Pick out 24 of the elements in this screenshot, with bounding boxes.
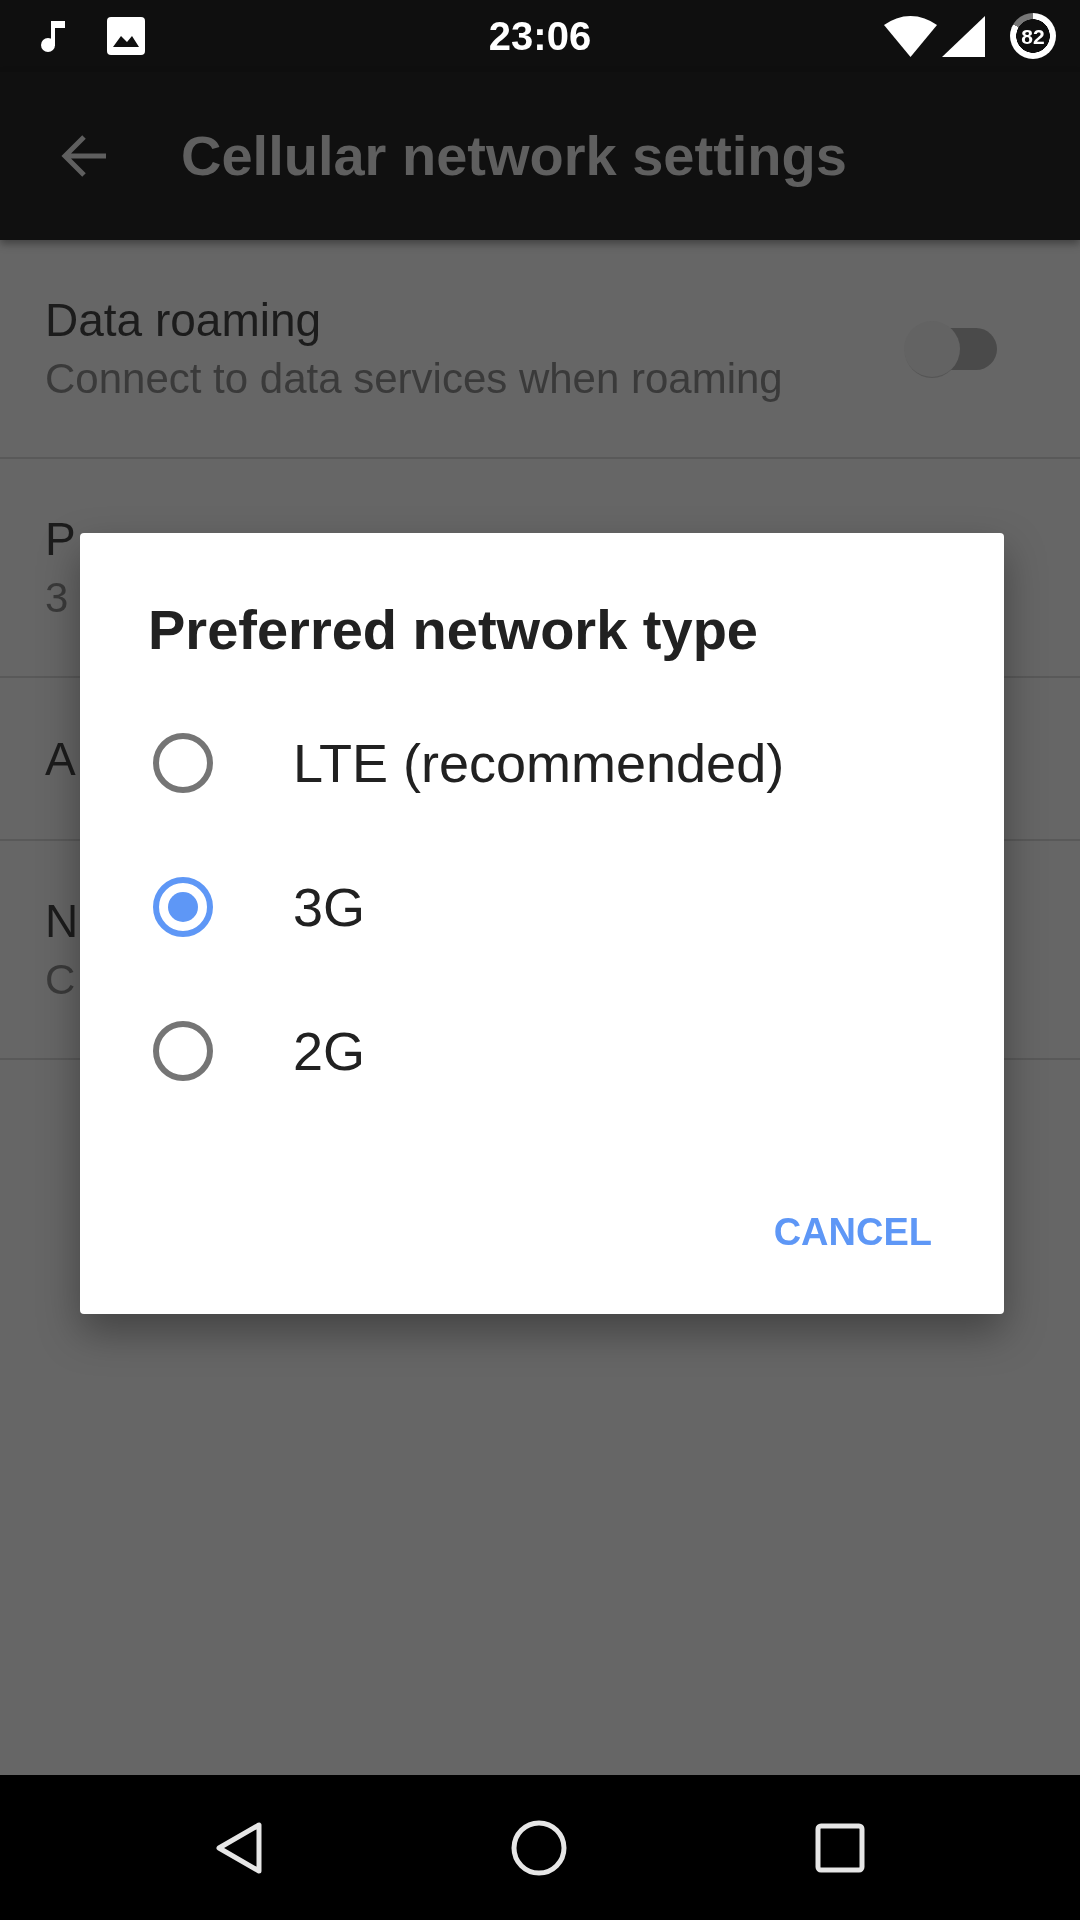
screen-title: Cellular network settings <box>181 123 847 189</box>
radio-button[interactable] <box>153 733 213 793</box>
clock-time: 23:06 <box>488 13 592 60</box>
home-icon <box>511 1819 567 1876</box>
image-icon <box>107 17 145 55</box>
setting-title: A <box>45 731 76 787</box>
battery-indicator: 82 <box>1010 13 1056 59</box>
radio-button[interactable] <box>153 877 213 937</box>
music-note-icon <box>40 20 66 52</box>
back-icon <box>215 1820 263 1875</box>
recents-icon <box>815 1822 865 1873</box>
setting-title: P <box>45 511 76 567</box>
option-label[interactable]: LTE (recommended) <box>293 731 785 795</box>
recents-button[interactable] <box>815 1822 865 1873</box>
dialog-title: Preferred network type <box>148 597 758 663</box>
home-button[interactable] <box>511 1819 567 1876</box>
option-label[interactable]: 2G <box>293 1019 366 1083</box>
radio-button[interactable] <box>153 1021 213 1081</box>
setting-title: N <box>45 893 79 949</box>
setting-title: Data roaming <box>45 292 323 348</box>
back-button[interactable] <box>215 1820 263 1875</box>
wifi-icon <box>884 15 937 57</box>
option-label[interactable]: 3G <box>293 875 366 939</box>
signal-icon <box>942 15 985 57</box>
